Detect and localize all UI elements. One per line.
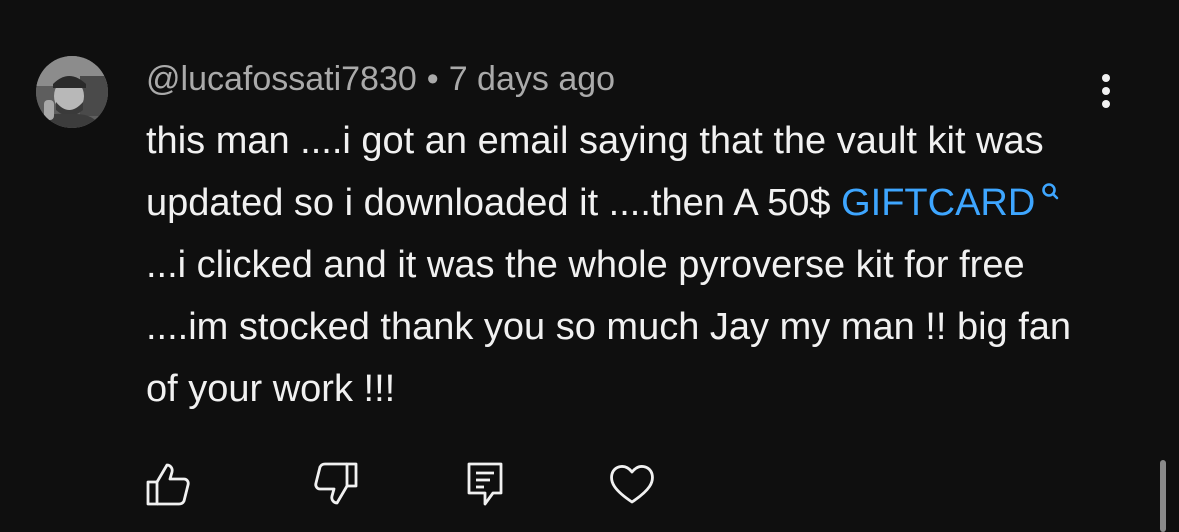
comment-header: @lucafossati7830 • 7 days ago (146, 58, 615, 100)
heart-button[interactable] (608, 460, 656, 508)
link-text: GIFTCARD (841, 182, 1036, 224)
meta-separator: • (426, 60, 439, 98)
search-icon (1042, 183, 1059, 200)
scrollbar-thumb[interactable] (1160, 460, 1166, 532)
thumbs-up-icon (146, 463, 190, 506)
more-options-button[interactable] (1090, 72, 1122, 112)
comment-timestamp[interactable]: 7 days ago (449, 60, 615, 98)
thumbs-down-icon (314, 462, 358, 505)
comment-text-part-2: ...i clicked and it was the whole pyrove… (146, 244, 1072, 410)
like-button[interactable] (144, 460, 192, 508)
reply-button[interactable] (462, 460, 510, 508)
comment-text: this man ....i got an email saying that … (146, 110, 1106, 420)
comment-item: @lucafossati7830 • 7 days ago this man ...… (0, 0, 1179, 532)
dislike-button[interactable] (312, 460, 360, 508)
avatar[interactable] (36, 56, 108, 128)
reply-icon (467, 462, 503, 506)
more-vertical-icon (1102, 74, 1110, 108)
heart-icon (610, 465, 654, 504)
giftcard-search-link[interactable]: GIFTCARD (841, 182, 1077, 224)
avatar-photo (36, 56, 108, 128)
author-name[interactable]: @lucafossati7830 (146, 60, 417, 98)
